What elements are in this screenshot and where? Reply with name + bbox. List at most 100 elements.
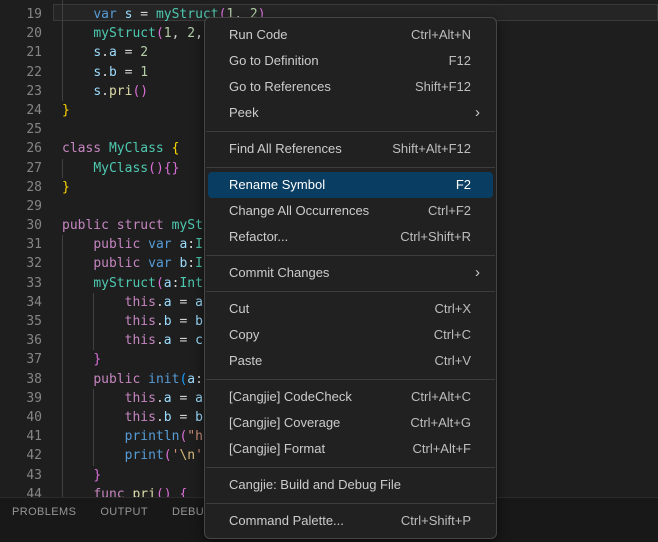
code-token: ' [195, 448, 203, 463]
code-text: public var a:I [62, 235, 203, 254]
code-token: public [93, 256, 140, 271]
code-token: = [132, 7, 155, 22]
code-token [140, 372, 148, 387]
code-token: this [125, 333, 156, 348]
menu-item-find-all-references[interactable]: Find All ReferencesShift+Alt+F12 [208, 136, 493, 162]
menu-item-shortcut: Ctrl+Alt+C [411, 384, 493, 410]
menu-item-label: Command Palette... [208, 508, 344, 534]
code-token: } [93, 352, 101, 367]
code-token: b [109, 65, 117, 80]
menu-item-label: Peek [208, 100, 259, 126]
code-token: "h [187, 429, 203, 444]
menu-item-label: Copy [208, 322, 259, 348]
code-text: public init(a: [62, 370, 203, 389]
line-number[interactable]: 40 [0, 408, 42, 427]
code-token: this [125, 295, 156, 310]
line-number[interactable]: 39 [0, 389, 42, 408]
menu-item-cangjie-codecheck[interactable]: [Cangjie] CodeCheckCtrl+Alt+C [208, 384, 493, 410]
menu-item-cangjie-build-and-debug-file[interactable]: Cangjie: Build and Debug File [208, 472, 493, 498]
code-text: s.a = 2 [62, 43, 148, 62]
code-token: \n [179, 448, 195, 463]
code-text: myStruct(a:Int [62, 274, 203, 293]
line-number[interactable]: 21 [0, 43, 42, 62]
menu-item-peek[interactable]: Peek › [208, 100, 493, 126]
line-number[interactable]: 37 [0, 350, 42, 369]
menu-item-refactor[interactable]: Refactor...Ctrl+Shift+R [208, 224, 493, 250]
line-number[interactable]: 26 [0, 139, 42, 158]
line-number[interactable]: 25 [0, 120, 42, 139]
code-token: a [187, 372, 195, 387]
code-token: ) [140, 84, 148, 99]
line-number[interactable]: 29 [0, 197, 42, 216]
panel-tab-problems[interactable]: PROBLEMS [12, 506, 76, 518]
line-number[interactable]: 36 [0, 331, 42, 350]
menu-item-cangjie-format[interactable]: [Cangjie] Format Ctrl+Alt+F [208, 436, 493, 462]
menu-item-commit-changes[interactable]: Commit Changes› [208, 260, 493, 286]
menu-item-label: Commit Changes [208, 260, 329, 286]
code-text: } [62, 466, 101, 485]
menu-item-command-palette[interactable]: Command Palette...Ctrl+Shift+P [208, 508, 493, 534]
menu-item-shortcut: Ctrl+V [435, 348, 493, 374]
code-token: = [172, 410, 195, 425]
menu-item-cut[interactable]: CutCtrl+X [208, 296, 493, 322]
code-token: ) [164, 487, 172, 497]
code-text: s.b = 1 [62, 63, 148, 82]
line-number[interactable]: 44 [0, 485, 42, 497]
line-number[interactable]: 20 [0, 24, 42, 43]
code-token: this [125, 410, 156, 425]
submenu-chevron-icon: › [475, 100, 493, 126]
code-token: = [117, 65, 140, 80]
menu-separator [206, 131, 495, 132]
code-token: { [172, 141, 180, 156]
code-token: 2 [140, 45, 148, 60]
line-number[interactable]: 35 [0, 312, 42, 331]
line-number[interactable]: 34 [0, 293, 42, 312]
line-number[interactable]: 41 [0, 427, 42, 446]
code-token: struct [117, 218, 164, 233]
menu-item-label: Cut [208, 296, 249, 322]
panel-tab-output[interactable]: OUTPUT [100, 506, 148, 518]
code-token: = [117, 45, 140, 60]
line-number[interactable]: 38 [0, 370, 42, 389]
line-number[interactable]: 24 [0, 101, 42, 120]
line-number[interactable]: 22 [0, 63, 42, 82]
code-token: func [93, 487, 124, 497]
menu-item-shortcut: Ctrl+Alt+F [412, 436, 493, 462]
code-token: a [164, 391, 172, 406]
code-text: } [62, 101, 70, 120]
menu-item-label: Refactor... [208, 224, 288, 250]
menu-item-cangjie-coverage[interactable]: [Cangjie] CoverageCtrl+Alt+G [208, 410, 493, 436]
code-text: s.pri() [62, 82, 148, 101]
line-number[interactable]: 27 [0, 159, 42, 178]
menu-item-go-to-definition[interactable]: Go to DefinitionF12 [208, 48, 493, 74]
line-number[interactable]: 31 [0, 235, 42, 254]
code-token: b [195, 314, 203, 329]
menu-item-paste[interactable]: Paste Ctrl+V [208, 348, 493, 374]
line-number[interactable]: 43 [0, 466, 42, 485]
line-number[interactable]: 33 [0, 274, 42, 293]
menu-item-go-to-references[interactable]: Go to ReferencesShift+F12 [208, 74, 493, 100]
line-number[interactable]: 23 [0, 82, 42, 101]
menu-item-run-code[interactable]: Run CodeCtrl+Alt+N [208, 22, 493, 48]
menu-item-rename-symbol[interactable]: Rename SymbolF2 [208, 172, 493, 198]
menu-item-change-all-occurrences[interactable]: Change All OccurrencesCtrl+F2 [208, 198, 493, 224]
line-number[interactable]: 19 [0, 5, 42, 24]
code-token: this [125, 391, 156, 406]
code-text: this.a = c [62, 331, 203, 350]
menu-item-label: Paste [208, 348, 262, 374]
code-token: var [148, 237, 171, 252]
menu-item-copy[interactable]: Copy Ctrl+C [208, 322, 493, 348]
menu-item-shortcut: Shift+F12 [415, 74, 493, 100]
line-number[interactable]: 28 [0, 178, 42, 197]
menu-item-label: [Cangjie] Coverage [208, 410, 340, 436]
code-text: this.a = a [62, 389, 203, 408]
code-token: = [172, 314, 195, 329]
line-number[interactable]: 30 [0, 216, 42, 235]
code-text: public var b:I [62, 254, 203, 273]
menu-item-shortcut: Ctrl+C [434, 322, 493, 348]
line-number[interactable]: 32 [0, 254, 42, 273]
code-token: s [93, 45, 101, 60]
line-number[interactable]: 42 [0, 446, 42, 465]
menu-item-label: [Cangjie] Format [208, 436, 325, 462]
code-token: ) [156, 161, 164, 176]
